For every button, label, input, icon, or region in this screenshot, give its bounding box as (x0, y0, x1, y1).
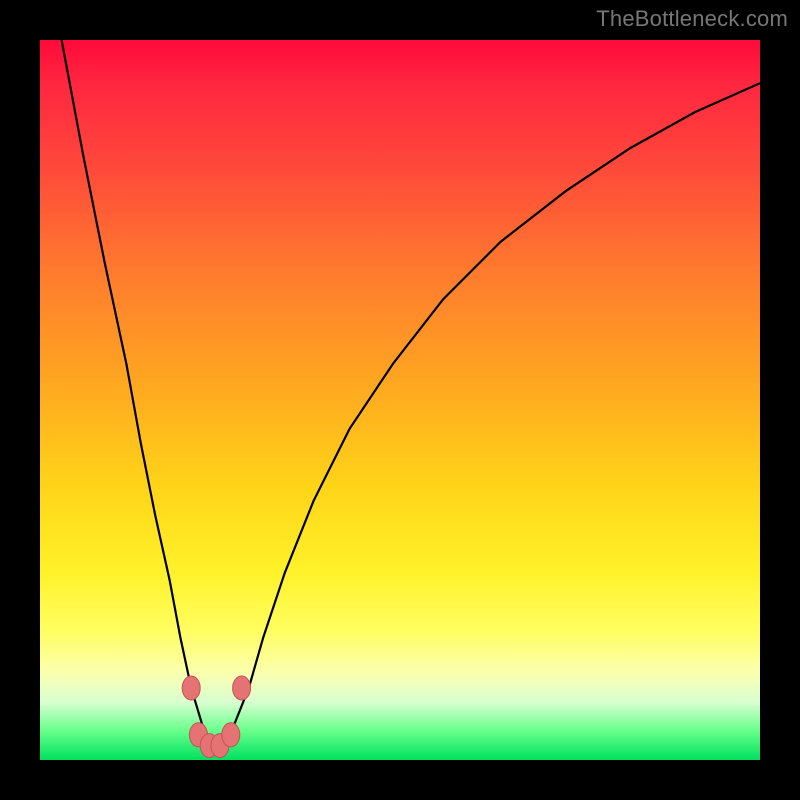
curve-marker (233, 676, 251, 700)
bottleneck-curve (62, 40, 760, 746)
chart-svg (40, 40, 760, 760)
curve-marker (222, 723, 240, 747)
curve-marker (182, 676, 200, 700)
curve-markers (182, 676, 250, 758)
chart-plot-area (40, 40, 760, 760)
watermark-text: TheBottleneck.com (596, 6, 788, 32)
